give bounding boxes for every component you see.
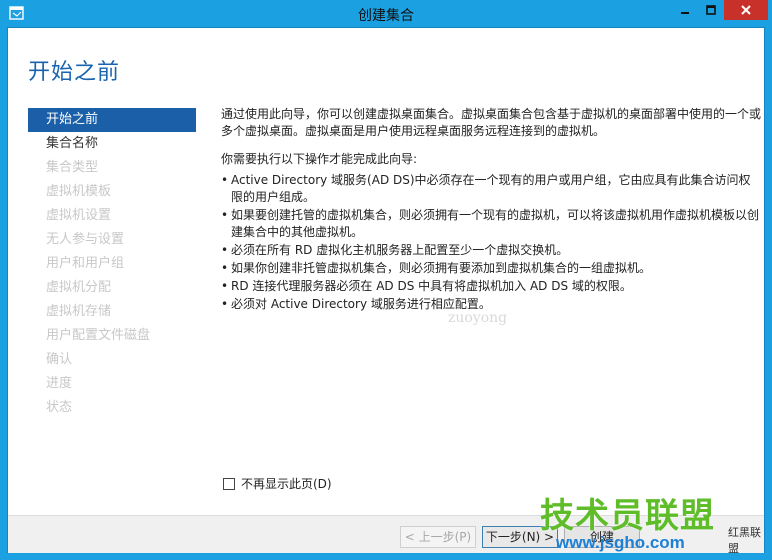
page-title: 开始之前 [28,60,121,85]
wizard-content: 通过使用此向导，你可以创建虚拟桌面集合。虚拟桌面集合包含基于虚拟机的桌面部署中使… [221,106,761,314]
requirements-heading: 你需要执行以下操作才能完成此向导: [221,152,418,166]
watermark-red-text: 红黑联盟 [728,526,761,555]
close-button[interactable] [724,0,768,20]
dont-show-again-label: 不再显示此页(D) [241,477,332,491]
requirements-list: Active Directory 域服务(AD DS)中必须存在一个现有的用户或… [221,172,761,313]
minimize-icon [681,12,689,14]
step-collection-name[interactable]: 集合名称 [28,132,196,156]
step-progress: 进度 [46,376,73,391]
step-users-and-groups: 用户和用户组 [46,256,125,271]
list-item: 如果要创建托管的虚拟机集合，则必须拥有一个现有的虚拟机，可以将该虚拟机用作虚拟机… [221,207,761,241]
wizard-steps: 开始之前 集合名称 集合类型 虚拟机模板 虚拟机设置 无人参与设置 用户和用户组… [28,108,196,420]
list-item: Active Directory 域服务(AD DS)中必须存在一个现有的用户或… [221,172,761,206]
close-icon [741,5,751,15]
watermark-brand: 技术员联盟 [540,496,715,536]
minimize-button[interactable] [672,0,698,20]
step-user-profile-disks: 用户配置文件磁盘 [46,328,151,343]
step-vm-allocation: 虚拟机分配 [46,280,112,295]
step-unattended-settings: 无人参与设置 [46,232,125,247]
previous-button[interactable]: < 上一步(P) [400,526,476,548]
maximize-icon [706,5,716,15]
wizard-window: 开始之前 开始之前 集合名称 集合类型 虚拟机模板 虚拟机设置 无人参与设置 用… [7,27,765,553]
site-watermark-logo: 技术员联盟 www.jsgho.com 红黑联盟 [540,488,768,560]
list-item: RD 连接代理服务器必须在 AD DS 中具有将虚拟机加入 AD DS 域的权限… [221,278,761,295]
step-vm-storage: 虚拟机存储 [46,304,112,319]
step-results: 状态 [46,400,73,415]
step-vm-template: 虚拟机模板 [46,184,112,199]
window-controls [672,0,768,21]
step-vm-settings: 虚拟机设置 [46,208,112,223]
window-title: 创建集合 [358,8,414,24]
maximize-button[interactable] [698,0,724,20]
dont-show-again-checkbox[interactable] [223,477,235,490]
step-collection-type: 集合类型 [46,160,99,175]
faint-watermark: zuoyong [448,310,508,326]
intro-text: 通过使用此向导，你可以创建虚拟桌面集合。虚拟桌面集合包含基于虚拟机的桌面部署中使… [221,107,762,138]
list-item: 如果你创建非托管虚拟机集合，则必须拥有要添加到虚拟机集合的一组虚拟机。 [221,260,761,277]
watermark-url: www.jsgho.com [556,533,685,552]
dont-show-again-option[interactable]: 不再显示此页(D) [223,475,332,492]
list-item: 必须在所有 RD 虚拟化主机服务器上配置至少一个虚拟交换机。 [221,242,761,259]
title-bar: 创建集合 [0,0,772,27]
step-confirmation: 确认 [46,352,73,367]
step-before-you-begin[interactable]: 开始之前 [28,108,196,132]
